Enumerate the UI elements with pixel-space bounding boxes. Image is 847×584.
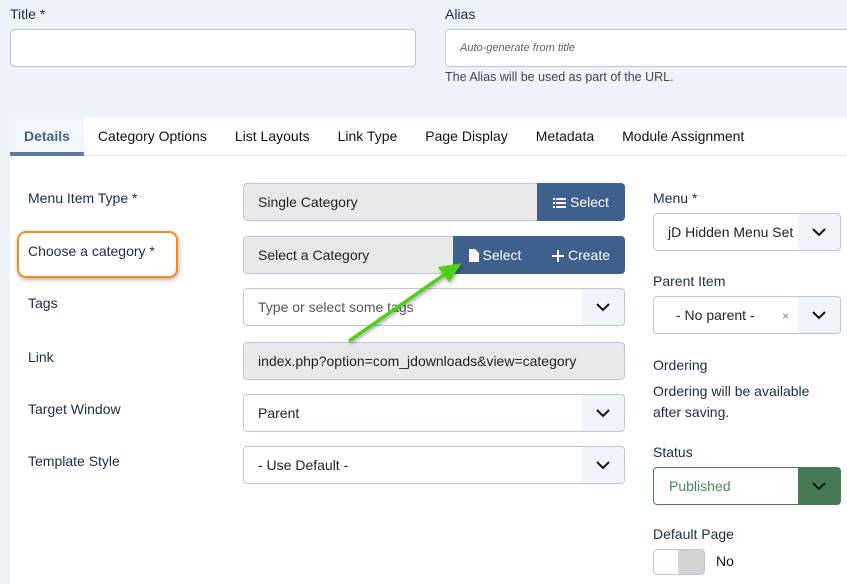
chevron-down-icon [798, 468, 840, 504]
alias-help-text: The Alias will be used as part of the UR… [445, 70, 674, 84]
default-page-value: No [716, 553, 734, 569]
menu-select[interactable]: jD Hidden Menu Set [653, 213, 841, 251]
choose-category-label: Choose a category * [28, 243, 155, 259]
tags-input[interactable]: Type or select some tags [243, 288, 625, 326]
template-style-select[interactable]: - Use Default - [243, 446, 625, 484]
default-page-toggle[interactable] [653, 549, 705, 575]
list-icon [553, 198, 567, 208]
select-label: Select [570, 194, 609, 210]
menu-value: jD Hidden Menu Set [668, 224, 794, 240]
chevron-down-icon [582, 447, 624, 483]
alias-input[interactable]: Auto-generate from title [445, 29, 847, 67]
default-page-label: Default Page [653, 526, 734, 542]
status-label: Status [653, 444, 693, 460]
tab-details[interactable]: Details [10, 117, 84, 156]
target-window-select[interactable]: Parent [243, 394, 625, 432]
target-window-label: Target Window [28, 401, 121, 417]
status-select[interactable]: Published [653, 467, 841, 505]
create-label: Create [567, 247, 611, 263]
menu-item-type-value: Single Category [243, 183, 543, 221]
parent-item-label: Parent Item [653, 273, 726, 289]
title-input[interactable] [10, 29, 416, 67]
tags-placeholder: Type or select some tags [258, 299, 414, 315]
tab-module-assignment[interactable]: Module Assignment [608, 117, 758, 156]
alias-label: Alias [445, 6, 476, 22]
tags-label: Tags [28, 295, 58, 311]
chevron-down-icon [582, 395, 624, 431]
ordering-text: Ordering will be available after saving. [653, 383, 810, 420]
plus-icon [551, 250, 564, 262]
parent-item-value: - No parent - [676, 307, 755, 323]
tab-category-options[interactable]: Category Options [84, 117, 221, 156]
chevron-down-icon [798, 214, 840, 250]
chevron-down-icon[interactable] [582, 289, 624, 325]
tab-metadata[interactable]: Metadata [522, 117, 608, 156]
clear-icon[interactable]: × [782, 298, 789, 334]
link-label: Link [28, 349, 54, 365]
title-label: Title * [10, 6, 46, 22]
category-value: Select a Category [243, 236, 457, 274]
tab-list-layouts[interactable]: List Layouts [221, 117, 324, 156]
file-icon [468, 249, 479, 262]
link-value: index.php?option=com_jdownloads&view=cat… [243, 342, 625, 380]
chevron-down-icon [798, 297, 840, 333]
status-value: Published [669, 478, 731, 494]
menu-label: Menu * [653, 190, 698, 206]
parent-item-select[interactable]: - No parent - × [653, 296, 841, 334]
menu-item-type-label: Menu Item Type * [28, 190, 138, 206]
target-window-value: Parent [258, 405, 300, 421]
tab-link-type[interactable]: Link Type [324, 117, 412, 156]
tab-bar: Details Category Options List Layouts Li… [10, 117, 847, 156]
category-select-button[interactable]: Select [453, 236, 537, 274]
category-create-button[interactable]: Create [537, 236, 625, 274]
ordering-label: Ordering [653, 357, 708, 373]
template-style-value: - Use Default - [258, 457, 349, 473]
template-style-label: Template Style [28, 453, 120, 469]
menu-item-type-select-button[interactable]: Select [537, 183, 625, 221]
select-label: Select [482, 247, 522, 263]
tab-page-display[interactable]: Page Display [411, 117, 522, 156]
